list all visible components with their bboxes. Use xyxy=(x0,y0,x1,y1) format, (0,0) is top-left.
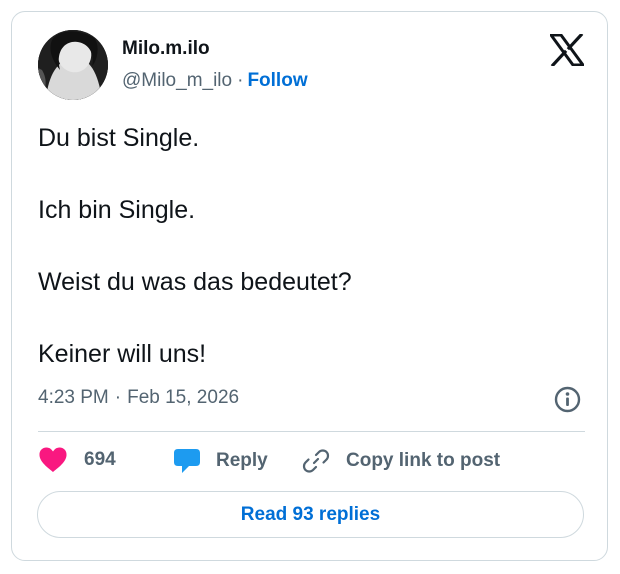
heart-icon xyxy=(38,447,68,473)
handle-separator: · xyxy=(237,70,244,91)
copy-link-button[interactable]: Copy link to post xyxy=(302,447,500,475)
tweet-actions: 694 Reply Copy link to post xyxy=(38,447,585,475)
timestamp-separator: · xyxy=(114,387,122,408)
tweet-paragraph: Du bist Single. xyxy=(38,124,200,152)
author-display-name[interactable]: Milo.m.ilo xyxy=(122,38,210,60)
avatar-image xyxy=(38,30,108,100)
info-icon[interactable] xyxy=(554,386,581,413)
reply-button[interactable]: Reply xyxy=(173,447,268,475)
x-logo-icon[interactable] xyxy=(548,32,586,68)
follow-button[interactable]: Follow xyxy=(247,70,307,91)
read-replies-button[interactable]: Read 93 replies xyxy=(37,491,584,538)
reply-label: Reply xyxy=(216,450,268,471)
tweet-card: Milo.m.ilo @Milo_m_ilo · Follow Du bist Si… xyxy=(11,11,608,561)
author-avatar[interactable] xyxy=(38,30,108,100)
tweet-paragraph: Ich bin Single. xyxy=(38,196,196,224)
like-count: 694 xyxy=(84,449,116,470)
speech-bubble-icon xyxy=(173,447,201,475)
tweet-date: Feb 15, 2026 xyxy=(127,387,240,408)
tweet-time: 4:23 PM xyxy=(38,387,109,408)
copy-link-label: Copy link to post xyxy=(346,450,501,471)
tweet-timestamp[interactable]: 4:23 PM · Feb 15, 2026 xyxy=(38,387,239,409)
tweet-paragraph: Keiner will uns! xyxy=(38,340,207,368)
author-handle[interactable]: @Milo_m_ilo xyxy=(122,70,232,91)
author-handle-row: @Milo_m_ilo · Follow xyxy=(122,70,308,92)
link-icon xyxy=(302,447,330,475)
like-button[interactable]: 694 xyxy=(38,447,116,473)
divider xyxy=(38,431,585,432)
tweet-paragraph: Weist du was das bedeutet? xyxy=(38,268,352,296)
tweet-text: Du bist Single. Ich bin Single. Weist du… xyxy=(38,124,578,412)
